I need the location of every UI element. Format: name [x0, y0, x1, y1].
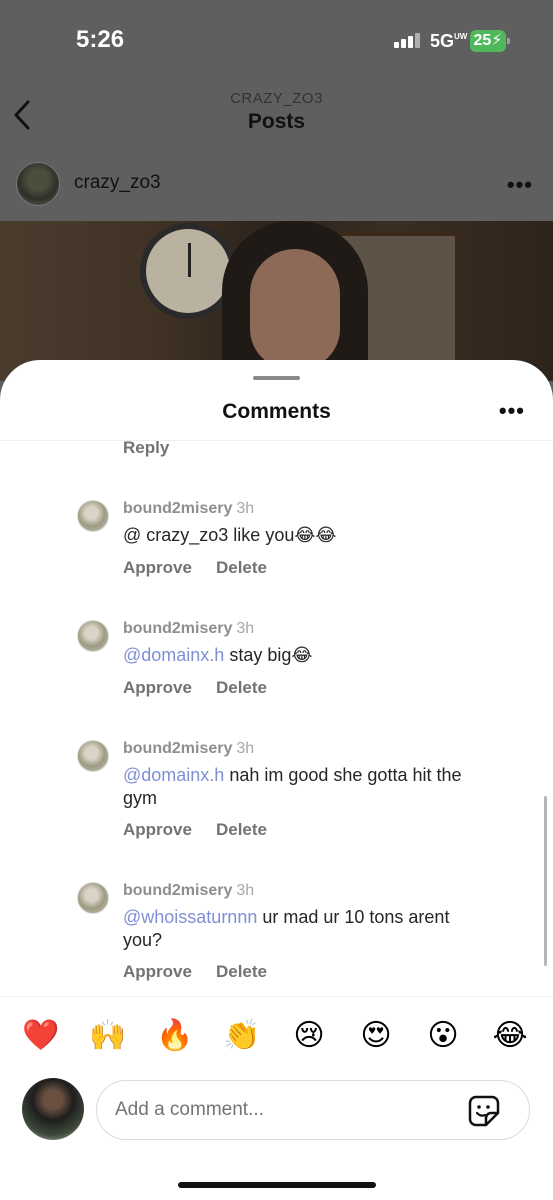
current-user-avatar	[22, 1078, 84, 1140]
comment-text: @whoissaturnnn ur mad ur 10 tons arent y…	[123, 907, 450, 950]
sheet-more-options-icon[interactable]: •••	[499, 398, 525, 424]
approve-button[interactable]: Approve	[123, 678, 192, 697]
commenter-username[interactable]: bound2misery	[123, 882, 232, 899]
sticker-icon[interactable]	[467, 1094, 501, 1128]
post-username[interactable]: crazy_zo3	[74, 172, 161, 194]
approve-button[interactable]: Approve	[123, 820, 192, 839]
emoji-heart-eyes-button[interactable]: 😍	[354, 1016, 398, 1056]
comment-composer	[0, 1078, 553, 1144]
delete-button[interactable]: Delete	[216, 678, 267, 697]
comment-time: 3h	[236, 500, 255, 517]
delete-button[interactable]: Delete	[216, 962, 267, 981]
reply-button[interactable]: Reply	[123, 438, 169, 458]
commenter-username[interactable]: bound2misery	[123, 620, 232, 637]
comment-item: bound2misery 3h @ crazy_zo3 like you😂😂 Ap…	[0, 500, 553, 580]
battery-icon: 25⚡	[470, 30, 510, 52]
divider	[0, 440, 553, 441]
nav-subtitle: CRAZY_ZO3	[230, 90, 323, 107]
comment-header: bound2misery 3h	[123, 740, 254, 758]
comment-text: @domainx.h nah im good she gotta hit the…	[123, 765, 462, 808]
comment-actions: Approve Delete	[123, 678, 291, 698]
approve-button[interactable]: Approve	[123, 558, 192, 577]
comments-sheet: Comments ••• Reply bound2misery 3h @ craz…	[0, 360, 553, 1200]
emoji-fire-button[interactable]: 🔥	[153, 1016, 197, 1056]
comment-input-box[interactable]	[96, 1080, 530, 1140]
post-author-avatar[interactable]	[16, 162, 60, 206]
commenter-avatar[interactable]	[77, 500, 109, 532]
commenter-avatar[interactable]	[77, 882, 109, 914]
post-header: crazy_zo3 •••	[0, 150, 553, 220]
emoji-laughing-button[interactable]: 😂	[488, 1016, 532, 1056]
comment-mention[interactable]: @domainx.h	[123, 645, 224, 665]
comment-actions: Approve Delete	[123, 962, 291, 982]
commenter-username[interactable]: bound2misery	[123, 740, 232, 757]
emoji-surprised-button[interactable]: 😮	[421, 1016, 465, 1056]
comment-item: bound2misery 3h @whoissaturnnn ur mad ur …	[0, 882, 553, 982]
comment-mention[interactable]: @whoissaturnnn	[123, 907, 257, 927]
comment-time: 3h	[236, 882, 255, 899]
comment-mention[interactable]: @domainx.h	[123, 765, 224, 785]
network-type: 5GUW	[430, 31, 468, 51]
comment-header: bound2misery 3h	[123, 620, 254, 638]
comment-item: bound2misery 3h @domainx.h stay big😂 Appr…	[0, 620, 553, 700]
commenter-username[interactable]: bound2misery	[123, 500, 232, 517]
nav-title: Posts	[247, 110, 306, 133]
home-indicator[interactable]	[178, 1182, 376, 1188]
emoji-crying-button[interactable]: 😢	[287, 1016, 331, 1056]
emoji-raised-hands-button[interactable]: 🙌	[86, 1016, 130, 1056]
comment-item: bound2misery 3h @domainx.h nah im good sh…	[0, 740, 553, 840]
comment-time: 3h	[236, 740, 255, 757]
status-time: 5:26	[76, 26, 125, 53]
comment-text: @ crazy_zo3 like you😂😂	[123, 525, 337, 545]
emoji-heart-button[interactable]: ❤️	[19, 1016, 63, 1056]
post-photo	[0, 221, 553, 381]
comment-header: bound2misery 3h	[123, 882, 254, 900]
top-nav: CRAZY_ZO3 Posts	[0, 80, 553, 150]
delete-button[interactable]: Delete	[216, 820, 267, 839]
scrollbar[interactable]	[544, 796, 547, 966]
comment-actions: Approve Delete	[123, 558, 291, 578]
delete-button[interactable]: Delete	[216, 558, 267, 577]
quick-emoji-bar: ❤️ 🙌 🔥 👏 😢 😍 😮 😂	[0, 1016, 553, 1060]
status-bar: 5:26 5GUW 25⚡	[0, 0, 553, 80]
divider	[0, 996, 553, 997]
commenter-avatar[interactable]	[77, 740, 109, 772]
post-more-options-icon[interactable]: •••	[507, 172, 533, 198]
sheet-title: Comments	[222, 400, 331, 423]
comment-actions: Approve Delete	[123, 820, 291, 840]
emoji-clap-button[interactable]: 👏	[220, 1016, 264, 1056]
cellular-signal-icon	[394, 32, 420, 48]
comment-input[interactable]	[115, 1081, 455, 1139]
comment-text: @domainx.h stay big😂	[123, 645, 313, 665]
comment-time: 3h	[236, 620, 255, 637]
sheet-grabber[interactable]	[253, 376, 300, 380]
commenter-avatar[interactable]	[77, 620, 109, 652]
comment-header: bound2misery 3h	[123, 500, 254, 518]
approve-button[interactable]: Approve	[123, 962, 192, 981]
